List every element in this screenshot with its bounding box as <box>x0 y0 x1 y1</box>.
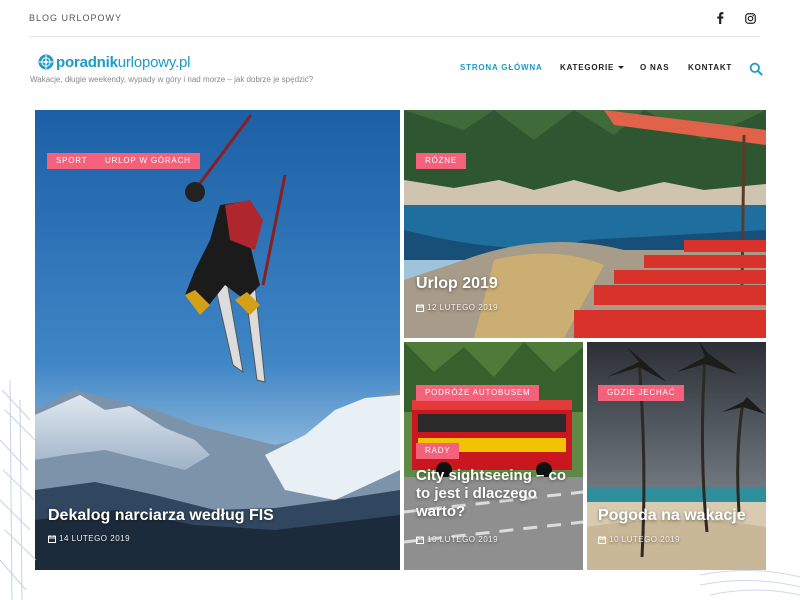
calendar-icon <box>416 535 424 544</box>
ski-jump-image <box>35 110 400 570</box>
logo-text-main: poradnik <box>56 53 118 71</box>
site-logo[interactable]: poradnikurlopowy.pl <box>38 53 191 71</box>
post-date: 10 LUTEGO 2019 <box>416 535 498 544</box>
nav-contact[interactable]: KONTAKT <box>688 63 732 75</box>
post-card-bus[interactable]: PODRÓŻE AUTOBUSEM RADY City sightseeing … <box>404 342 583 570</box>
post-title[interactable]: Dekalog narciarza według FIS <box>48 506 388 525</box>
post-date-text: 10 LUTEGO 2019 <box>609 535 681 544</box>
instagram-icon[interactable] <box>743 11 757 25</box>
search-icon[interactable] <box>749 62 763 76</box>
nav-about[interactable]: O NAS <box>640 63 669 75</box>
post-title[interactable]: Pogoda na wakacje <box>598 506 758 525</box>
calendar-icon <box>598 535 606 544</box>
site-tagline: Wakacje, długie weekendy, wypady w góry … <box>30 75 314 84</box>
post-date: 12 LUTEGO 2019 <box>416 303 498 312</box>
background-sketch-decoration <box>0 380 37 600</box>
background-sketch-decoration <box>700 569 800 596</box>
post-title[interactable]: Urlop 2019 <box>416 274 746 293</box>
post-title[interactable]: City sightseeing – co to jest i dlaczego… <box>416 467 576 521</box>
logo-text: poradnikurlopowy.pl <box>56 53 191 71</box>
post-card-ski[interactable]: SPORT URLOP W GÓRACH Dekalog narciarza w… <box>35 110 400 570</box>
blog-name[interactable]: BLOG URLOPOWY <box>29 13 122 23</box>
post-date-text: 10 LUTEGO 2019 <box>427 535 499 544</box>
facebook-icon[interactable] <box>713 11 727 25</box>
globe-logo-icon <box>38 54 54 70</box>
post-date-text: 14 LUTEGO 2019 <box>59 534 131 543</box>
caret-down-icon <box>618 66 625 70</box>
post-card-beach[interactable]: GDZIE JECHAĆ Pogoda na wakacje 10 LUTEGO… <box>587 342 766 570</box>
post-tag[interactable]: RADY <box>416 443 460 459</box>
post-tag[interactable]: PODRÓŻE AUTOBUSEM <box>416 385 540 401</box>
post-tag[interactable]: URLOP W GÓRACH <box>96 153 200 169</box>
post-card-pool[interactable]: RÓŻNE Urlop 2019 12 LUTEGO 2019 <box>404 110 766 338</box>
calendar-icon <box>416 303 424 312</box>
calendar-icon <box>48 534 56 543</box>
post-date-text: 12 LUTEGO 2019 <box>427 303 499 312</box>
post-tag[interactable]: GDZIE JECHAĆ <box>598 385 685 401</box>
post-tag[interactable]: SPORT <box>47 153 97 169</box>
post-date: 10 LUTEGO 2019 <box>598 535 680 544</box>
nav-categories-label: KATEGORIE <box>560 63 615 72</box>
logo-text-rest: urlopowy.pl <box>117 53 191 71</box>
top-bar: BLOG URLOPOWY <box>29 0 760 37</box>
post-date: 14 LUTEGO 2019 <box>48 534 130 543</box>
nav-home[interactable]: STRONA GŁÓWNA <box>460 63 543 75</box>
nav-categories[interactable]: KATEGORIE <box>560 63 625 75</box>
post-tag[interactable]: RÓŻNE <box>416 153 466 169</box>
